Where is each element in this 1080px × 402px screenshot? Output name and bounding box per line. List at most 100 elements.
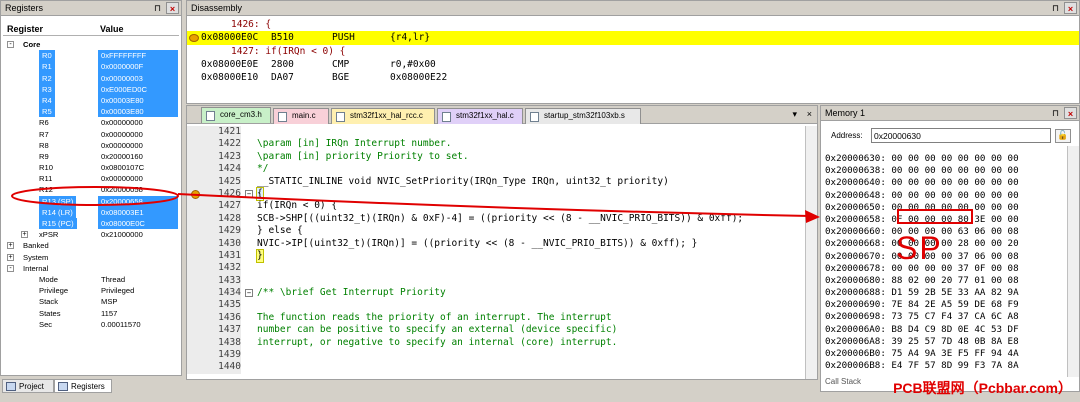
register-row[interactable]: R14 (LR) 0x080003E1 [1,206,181,219]
register-row[interactable]: R8 0x00000000 [1,140,181,151]
code-line[interactable]: 1426−{ [187,186,805,202]
register-value[interactable]: 0x08000E0C [98,218,178,230]
register-value[interactable]: 0x21000000 [101,229,143,240]
code-line[interactable]: 1429 } else { [187,225,805,238]
memory-row[interactable]: 0x20000688: D1 59 2B 5E 33 AA 82 9A [825,287,1019,299]
register-row[interactable]: R9 0x20000160 [1,151,181,162]
code-line[interactable]: 1440 [187,361,805,374]
register-value[interactable]: Privileged [101,285,134,296]
tab-file[interactable]: core_cm3.h [201,107,271,123]
code-line[interactable]: 1438 interrupt, or negative to specify a… [187,336,805,350]
code-line[interactable]: 1436 The function reads the priority of … [187,311,805,325]
register-value[interactable]: 0x00003E80 [98,94,178,107]
register-value[interactable]: 0x00000000 [101,173,143,184]
memory-row[interactable]: 0x20000698: 73 75 C7 F4 37 CA 6C A8 [825,311,1019,323]
close-icon[interactable]: × [1064,107,1077,119]
address-input[interactable] [871,128,1051,143]
memory-row[interactable]: 0x20000648: 00 00 00 00 00 00 00 00 [825,190,1019,202]
pin-icon[interactable]: ⊓ [151,2,164,14]
memory-row[interactable]: 0x20000690: 7E 84 2E A5 59 DE 68 F9 [825,299,1019,311]
register-value[interactable]: 1157 [101,308,117,319]
register-row[interactable]: States 1157 [1,308,181,319]
disassembly-row[interactable]: 1426: { [187,18,1079,31]
register-value[interactable]: 0x00003E80 [98,106,178,118]
register-value[interactable]: 0x080003E1 [98,206,178,219]
register-row[interactable]: R12 0x20000058 [1,184,181,195]
tab-file[interactable]: stm32f1xx_hal.c [437,108,523,124]
memory-row[interactable]: 0x20000638: 00 00 00 00 00 00 00 00 [825,165,1019,177]
code-line[interactable]: 1428 SCB->SHP[((uint32_t)(IRQn) & 0xF)-4… [187,212,805,226]
tab-file[interactable]: main.c [273,108,329,124]
tab-file[interactable]: startup_stm32f103xb.s [525,108,641,124]
memory-row[interactable]: 0x20000650: 00 00 00 00 00 00 00 00 [825,202,1019,214]
tab-project[interactable]: Project [2,379,54,393]
register-row[interactable]: R4 0x00003E80 [1,94,181,107]
register-value[interactable]: 0x00000000 [101,129,143,140]
code-line[interactable]: 1434−/** \brief Get Interrupt Priority [187,287,805,300]
register-value[interactable]: 0x00000000 [101,117,143,128]
register-row[interactable]: + Banked [1,240,181,251]
register-row[interactable]: R6 0x00000000 [1,117,181,128]
register-value[interactable]: 0x20000658 [98,195,178,207]
code-line[interactable]: 1427 if(IRQn < 0) { [187,200,805,213]
register-row[interactable]: R15 (PC) 0x08000E0C [1,218,181,230]
register-value[interactable]: MSP [101,296,117,307]
fold-icon[interactable]: − [245,289,253,298]
code-line[interactable]: 1431} [187,248,805,264]
code-line[interactable]: 1422 \param [in] IRQn Interrupt number. [187,138,805,151]
register-value[interactable]: 0x20000058 [101,184,143,195]
collapse-icon[interactable]: - [7,264,14,272]
register-value[interactable]: Thread [101,274,125,285]
register-row[interactable]: Sec 0.00011570 [1,319,181,330]
disassembly-row[interactable]: 1427: if(IRQn < 0) { [187,45,1079,58]
register-row[interactable]: Stack MSP [1,296,181,307]
close-icon[interactable]: × [166,2,179,14]
memory-row[interactable]: 0x200006B0: 75 A4 9A 3E F5 FF 94 4A [825,348,1019,360]
tab-call-stack[interactable]: Call Stack [823,377,861,391]
close-icon[interactable]: × [1064,2,1077,14]
pin-icon[interactable]: ⊓ [1049,2,1062,14]
code-line[interactable]: 1425 __STATIC_INLINE void NVIC_SetPriorit… [187,175,805,188]
expand-icon[interactable]: + [7,242,14,250]
code-line[interactable]: 1424 */ [187,163,805,176]
register-row[interactable]: R3 0xE000ED0C [1,83,181,95]
disassembly-row[interactable]: 0x08000E0C B510 PUSH {r4,lr} [187,31,1079,45]
register-row[interactable]: - Internal [1,263,181,274]
register-row[interactable]: Privilege Privileged [1,285,181,296]
expand-icon[interactable]: + [7,253,14,261]
tab-file[interactable]: stm32f1xx_hal_rcc.c [331,108,435,124]
register-row[interactable]: R10 0x0800107C [1,162,181,173]
tab-menu-icon[interactable]: ▾ [792,109,797,120]
memory-row[interactable]: 0x200006A8: 39 25 57 7D 48 0B 8A E8 [825,336,1019,348]
register-row[interactable]: R0 0xFFFFFFFF [1,50,181,62]
vertical-scrollbar[interactable] [805,126,817,379]
code-area[interactable]: 1421 1422 \param [in] IRQn Interrupt numb… [187,126,805,379]
code-line[interactable]: 1433 [187,274,805,288]
register-value[interactable]: 0x0800107C [101,162,144,173]
register-row[interactable]: R13 (SP) 0x20000658 [1,195,181,207]
memory-row[interactable]: 0x20000658: 0F 00 00 00 80 3E 00 00 [825,214,1019,226]
fold-icon[interactable]: − [245,189,253,198]
register-row[interactable]: - Core [1,39,181,50]
register-row[interactable]: R11 0x00000000 [1,173,181,184]
register-row[interactable]: R1 0x0000000F [1,61,181,73]
expand-icon[interactable]: + [21,231,28,239]
code-line[interactable]: 1435 [187,299,805,312]
register-row[interactable]: R7 0x00000000 [1,129,181,140]
register-value[interactable]: 0xE000ED0C [98,83,178,95]
memory-row[interactable]: 0x20000640: 00 00 00 00 00 00 00 00 [825,177,1019,189]
register-row[interactable]: + xPSR 0x21000000 [1,229,181,240]
code-line[interactable]: 1430 NVIC->IP[(uint32_t)(IRQn)] = ((prio… [187,237,805,250]
code-line[interactable]: 1421 [187,126,805,139]
memory-row[interactable]: 0x20000630: 00 00 00 00 00 00 00 00 [825,153,1019,165]
register-value[interactable]: 0x0000000F [98,61,178,73]
code-line[interactable]: 1439 [187,349,805,362]
disassembly-row[interactable]: 0x08000E0E 2800 CMP r0,#0x00 [187,58,1079,71]
register-row[interactable]: Mode Thread [1,274,181,285]
code-line[interactable]: 1423 \param [in] priority Priority to se… [187,150,805,164]
memory-row[interactable]: 0x200006B8: E4 7F 57 8D 99 F3 7A 8A [825,360,1019,372]
register-value[interactable]: 0x00000003 [98,72,178,84]
code-line[interactable]: 1437 number can be positive to specify a… [187,324,805,337]
memory-row[interactable]: 0x20000680: 88 02 00 20 77 01 00 08 [825,275,1019,287]
register-row[interactable]: R5 0x00003E80 [1,106,181,118]
